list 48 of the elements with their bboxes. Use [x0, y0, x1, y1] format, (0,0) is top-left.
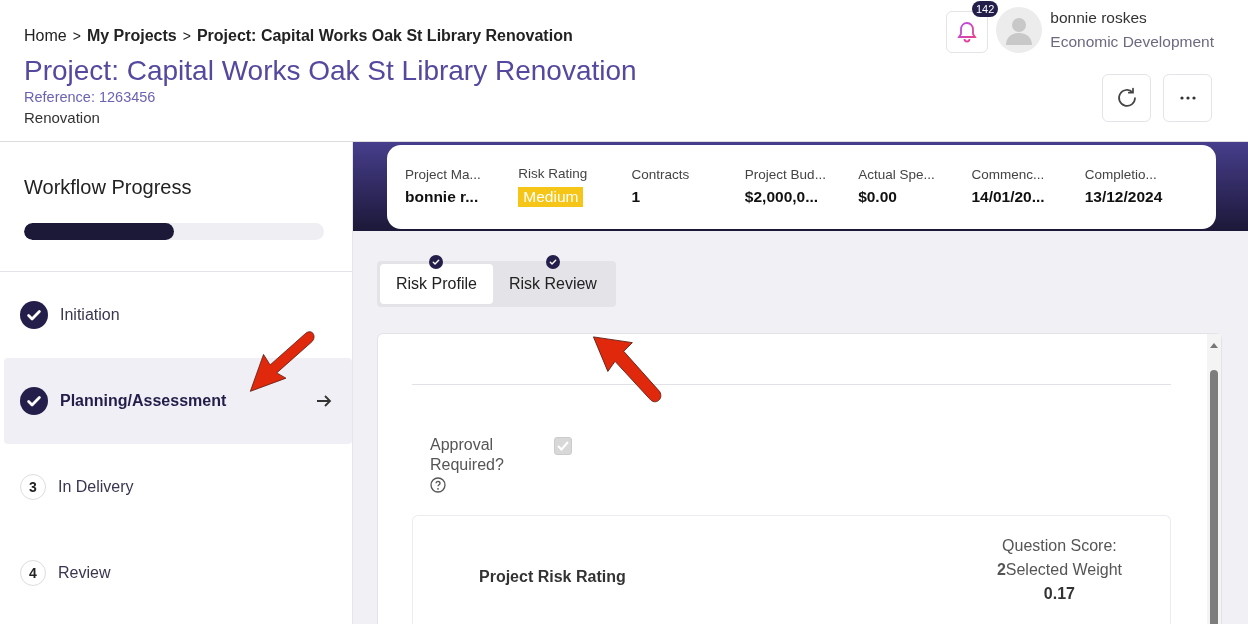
notification-count: 142 [971, 1, 999, 17]
workflow-title: Workflow Progress [24, 176, 193, 199]
breadcrumb-separator: > [182, 28, 191, 44]
summary-value: $2,000,0... [744, 188, 819, 206]
person-icon [1004, 15, 1035, 45]
tab[interactable]: Risk Review [492, 264, 613, 304]
user-name: bonnie roskes [1050, 8, 1148, 28]
summary-label: Actual Spe... [858, 167, 935, 182]
approval-label: Approval Required? [430, 435, 505, 475]
scrollbar[interactable] [1207, 334, 1221, 624]
more-icon [1179, 96, 1196, 100]
summary-label: Completio... [1084, 167, 1157, 182]
score-label: Question Score: [1002, 536, 1117, 556]
summary-label: Project Bud... [744, 167, 826, 182]
workflow-step[interactable]: Planning/Assessment [4, 358, 352, 444]
notifications-button[interactable] [946, 11, 989, 53]
summary-value: $0.00 [858, 188, 897, 206]
summary-value: 13/12/2024 [1084, 188, 1163, 206]
weight-value: 0.17 [1043, 584, 1075, 604]
summary-label: Commenc... [971, 167, 1045, 182]
workflow-step[interactable]: 3 In Delivery [4, 444, 352, 530]
check-icon [20, 387, 48, 415]
summary-value: bonnie r... [405, 188, 479, 206]
bell-icon [957, 21, 978, 43]
summary-label: Project Ma... [405, 167, 481, 182]
breadcrumb-link[interactable]: Home [24, 27, 67, 45]
breadcrumb-link[interactable]: My Projects [86, 27, 177, 45]
summary-value: 14/01/20... [971, 188, 1045, 206]
summary-value: 1 [631, 188, 641, 206]
breadcrumb-separator: > [72, 28, 81, 44]
help-icon[interactable] [430, 477, 446, 493]
risk-badge: Medium [518, 187, 584, 207]
workflow-step[interactable]: 4 Review [4, 530, 352, 616]
score-text: 2Selected Weight [996, 560, 1122, 580]
summary-label: Contracts [631, 167, 690, 182]
refresh-button[interactable] [1102, 74, 1151, 122]
arrow-right-icon [316, 394, 332, 408]
check-icon [20, 301, 48, 329]
breadcrumb-link[interactable]: Project: Capital Works Oak St Library Renovation [196, 27, 573, 45]
user-department: Economic Development [1050, 32, 1214, 52]
scroll-up-icon[interactable] [1210, 342, 1218, 348]
tab[interactable]: Risk Profile [380, 264, 493, 304]
question-title: Project Risk Rating [479, 568, 626, 586]
summary-label: Risk Rating [518, 166, 588, 181]
reference-text: Reference: 1263456 [24, 88, 157, 106]
category-text: Renovation [24, 108, 101, 128]
page-title: Project: Capital Works Oak St Library Renovation [24, 54, 637, 88]
workflow-step[interactable]: Initiation [4, 272, 352, 358]
